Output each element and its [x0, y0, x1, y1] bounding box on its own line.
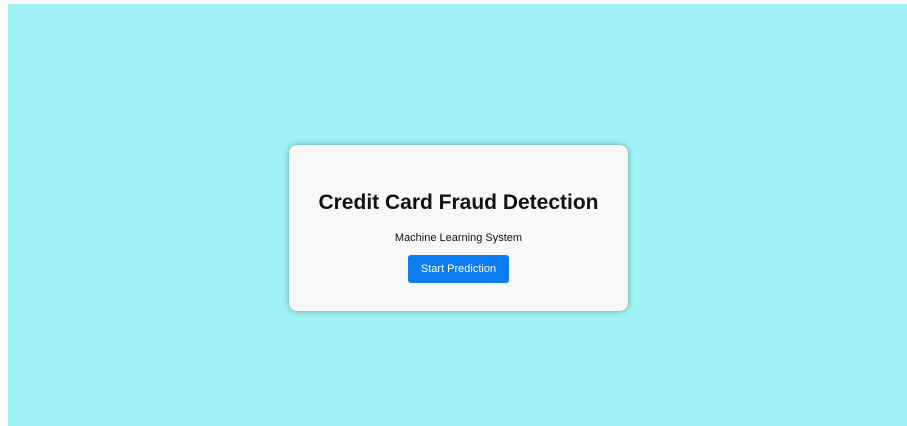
start-prediction-button[interactable]: Start Prediction: [408, 255, 509, 283]
page-title: Credit Card Fraud Detection: [318, 191, 599, 214]
page-subtitle: Machine Learning System: [394, 232, 523, 244]
intro-card: Credit Card Fraud Detection Machine Lear…: [289, 145, 628, 311]
page-background: Credit Card Fraud Detection Machine Lear…: [8, 4, 907, 426]
